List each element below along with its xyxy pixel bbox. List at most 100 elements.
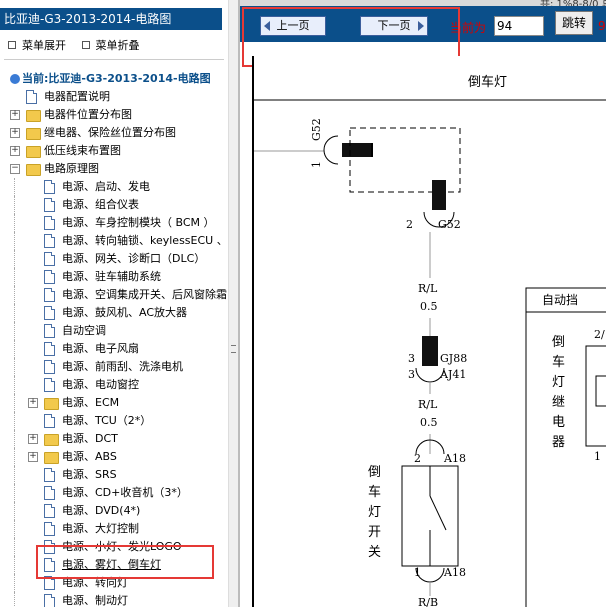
tree-guide-line — [14, 358, 15, 376]
tree-item[interactable]: + 电源、DCT — [0, 430, 228, 448]
tree-item-label: 电源、启动、发电 — [62, 180, 150, 193]
folder-icon — [44, 434, 59, 446]
folder-icon — [26, 146, 41, 158]
diagram-title: 倒车灯 — [468, 74, 507, 90]
svg-text:开: 开 — [368, 525, 381, 540]
switch-pin1: 1 — [414, 566, 421, 579]
globe-icon — [10, 74, 20, 84]
tree-item[interactable]: − 电路原理图 — [0, 160, 228, 178]
tree-item[interactable]: 电源、制动灯 — [0, 592, 228, 607]
tree-item-label: 电源、SRS — [62, 468, 117, 481]
tree-item[interactable]: 电源、前雨刮、洗涤电机 — [0, 358, 228, 376]
tree-item[interactable]: + 电器件位置分布图 — [0, 106, 228, 124]
tree-item[interactable]: 电源、电子风扇 — [0, 340, 228, 358]
tree-guide-line — [14, 520, 15, 538]
menu-collapse-button[interactable]: 菜单折叠 — [81, 39, 140, 52]
svg-text:电: 电 — [552, 415, 565, 430]
tree-item[interactable]: 电源、转向轴锁、keylessECU 、 — [0, 232, 228, 250]
expand-plus-icon[interactable]: + — [10, 110, 20, 120]
tree-item[interactable]: 电源、TCU（2*） — [0, 412, 228, 430]
tree-item[interactable]: 电源、电动窗控 — [0, 376, 228, 394]
tree-guide-line — [14, 232, 15, 250]
tree-item-label: 电源、鼓风机、AC放大器 — [62, 306, 188, 319]
document-icon — [44, 216, 55, 230]
g52-bottom-block — [432, 180, 446, 210]
document-icon — [44, 342, 55, 356]
relay-pin1: 1 — [594, 450, 601, 463]
tree-item[interactable]: 电源、组合仪表 — [0, 196, 228, 214]
jump-button[interactable]: 跳转 — [555, 11, 593, 35]
svg-text:倒: 倒 — [368, 465, 381, 480]
tree-guide-line — [14, 196, 15, 214]
expand-plus-icon[interactable]: + — [10, 146, 20, 156]
tree-item-label: 电源、ABS — [62, 450, 117, 463]
tree-item[interactable]: 电源、驻车辅助系统 — [0, 268, 228, 286]
expand-plus-icon[interactable]: + — [28, 452, 38, 462]
wire3-color: R/B — [418, 596, 438, 607]
tree-item[interactable]: 电源、鼓风机、AC放大器 — [0, 304, 228, 322]
folder-icon — [26, 164, 41, 176]
collapse-minus-icon[interactable]: − — [10, 164, 20, 174]
tree-item[interactable]: 电源、DVD(4*) — [0, 502, 228, 520]
tree-item-label: 电源、制动灯 — [62, 594, 128, 607]
a18-top: A18 — [443, 452, 466, 465]
tree-item[interactable]: 电源、网关、诊断口（DLC） — [0, 250, 228, 268]
scroll-grip[interactable] — [231, 345, 236, 353]
tree-guide-line — [14, 502, 15, 520]
tree-guide-line — [14, 322, 15, 340]
tree-guide-line — [14, 412, 15, 430]
wire1-color: R/L — [418, 282, 438, 295]
panel-title: 比亚迪-G3-2013-2014-电路图 — [0, 8, 222, 30]
tree-item-label: 电源、DCT — [62, 432, 118, 445]
tree-item-label: 电路原理图 — [44, 162, 99, 175]
svg-text:灯: 灯 — [368, 505, 381, 520]
expand-plus-icon[interactable]: + — [10, 128, 20, 138]
document-icon — [44, 594, 55, 607]
menu-controls: 菜单展开 菜单折叠 — [8, 37, 152, 53]
tree-root[interactable]: 当前:比亚迪-G3-2013-2014-电路图 — [10, 70, 211, 86]
document-icon — [44, 378, 55, 392]
page-number-input[interactable]: 94 — [494, 16, 544, 36]
document-icon — [44, 234, 55, 248]
tree-item[interactable]: + 电源、ECM — [0, 394, 228, 412]
tree-item[interactable]: + 低压线束布置图 — [0, 142, 228, 160]
gj88-label: GJ88 — [440, 352, 467, 365]
tree-item[interactable]: 电源、大灯控制 — [0, 520, 228, 538]
tree-item-label: 电源、ECM — [62, 396, 120, 409]
tree-item[interactable]: 电器配置说明 — [0, 88, 228, 106]
tree-item-label: 电源、TCU（2*） — [62, 414, 152, 427]
tree-item[interactable]: 电源、启动、发电 — [0, 178, 228, 196]
tree-item-label: 电源、前雨刮、洗涤电机 — [62, 360, 183, 373]
expand-plus-icon[interactable]: + — [28, 434, 38, 444]
tree-guide-line — [14, 466, 15, 484]
gj88-block — [422, 336, 438, 366]
expand-plus-icon[interactable]: + — [28, 398, 38, 408]
document-icon — [44, 180, 55, 194]
switch-name: 倒 车 灯 开 关 — [368, 465, 381, 560]
document-icon — [26, 90, 37, 104]
tree-item[interactable]: 自动空调 — [0, 322, 228, 340]
relay-pin2: 2/ — [594, 328, 605, 341]
svg-text:车: 车 — [368, 484, 381, 500]
tree-guide-line — [14, 178, 15, 196]
tree-item[interactable]: + 电源、ABS — [0, 448, 228, 466]
menu-expand-button[interactable]: 菜单展开 — [8, 39, 66, 52]
tree-item-label: 电源、大灯控制 — [62, 522, 139, 535]
wire2-size: 0.5 — [420, 416, 438, 429]
tree-guide-line — [14, 376, 15, 394]
tree-item-label: 电源、电动窗控 — [62, 378, 139, 391]
document-icon — [44, 198, 55, 212]
tree-item[interactable]: 电源、车身控制模块（ BCM ） — [0, 214, 228, 232]
aj41-pin: 3 — [408, 368, 415, 381]
document-icon — [44, 252, 55, 266]
document-icon — [44, 414, 55, 428]
tree-item[interactable]: + 继电器、保险丝位置分布图 — [0, 124, 228, 142]
tree-item-label: 电源、组合仪表 — [62, 198, 139, 211]
collapse-icon — [81, 41, 90, 49]
tree-item[interactable]: 电源、SRS — [0, 466, 228, 484]
tree-item-label: 电源、空调集成开关、后风窗除霜 — [62, 288, 227, 301]
tree-item[interactable]: 电源、CD+收音机（3*） — [0, 484, 228, 502]
tree-view: 电器配置说明 + 电器件位置分布图 + 继电器、保险丝位置分布图 + 低压线束布置图 − 电路原… — [0, 88, 228, 607]
folder-icon — [44, 398, 59, 410]
tree-item[interactable]: 电源、空调集成开关、后风窗除霜 — [0, 286, 228, 304]
